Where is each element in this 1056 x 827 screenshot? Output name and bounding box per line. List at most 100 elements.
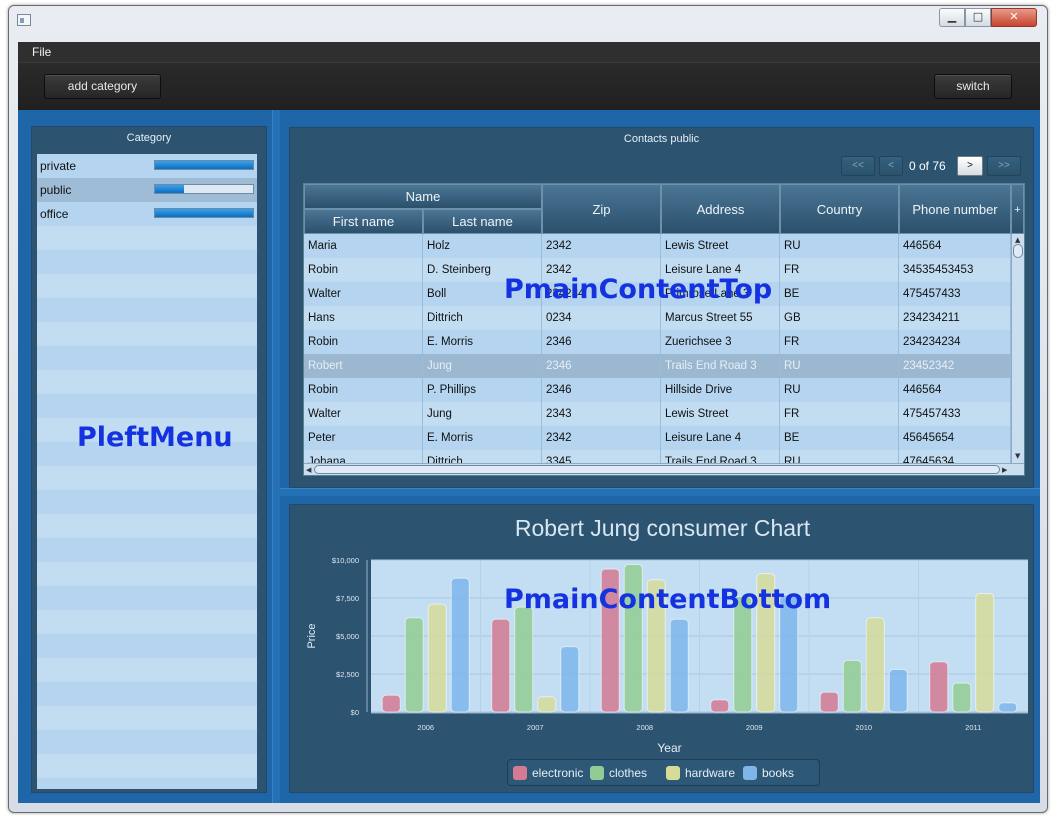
vertical-scroll-thumb[interactable] <box>1013 244 1023 258</box>
progress-fill <box>155 161 253 169</box>
contacts-table: Name First name Last name Zip Address Co… <box>303 183 1025 476</box>
category-label: private <box>40 159 77 173</box>
column-header-phone-number[interactable]: Phone number <box>899 184 1011 234</box>
bar-clothes <box>952 682 972 713</box>
bar-books <box>888 668 908 713</box>
left-menu-panel: Category private public office PleftMenu <box>31 126 267 793</box>
bar-books <box>998 702 1018 713</box>
cell-address: Leisure Lane 4 <box>661 426 780 450</box>
category-item[interactable]: public <box>37 178 257 202</box>
column-header-first-name[interactable]: First name <box>304 209 423 234</box>
cell-address: Marcus Street 55 <box>661 306 780 330</box>
cell-country: BE <box>780 426 899 450</box>
prev-page-button[interactable]: < <box>879 156 903 176</box>
cell-first-name: Robin <box>304 330 423 354</box>
scroll-right-icon[interactable]: ▶ <box>1002 465 1007 475</box>
bar-electronic <box>491 618 511 713</box>
left-menu-overlay-label: PleftMenu <box>77 422 233 453</box>
add-category-button[interactable]: add category <box>44 74 161 99</box>
bar-electronic <box>710 699 730 713</box>
x-axis-label: Year <box>657 741 681 755</box>
cell-country: BE <box>780 282 899 306</box>
table-row[interactable]: Maria Holz 2342 Lewis Street RU 446564 <box>304 234 1011 258</box>
progress-fill <box>155 209 253 217</box>
close-button[interactable]: ✕ <box>991 8 1037 27</box>
cell-address: Lewis Street <box>661 234 780 258</box>
cell-first-name: Hans <box>304 306 423 330</box>
horizontal-splitter[interactable] <box>280 488 1040 496</box>
scroll-left-icon[interactable]: ◀ <box>306 465 311 475</box>
contacts-title: Contacts public <box>623 133 700 145</box>
cell-last-name: E. Morris <box>423 330 542 354</box>
cell-first-name: Maria <box>304 234 423 258</box>
vertical-scrollbar[interactable]: ▲ ▼ <box>1011 234 1024 463</box>
table-row[interactable]: Hans Dittrich 0234 Marcus Street 55 GB 234234… <box>304 306 1011 330</box>
bar-chart: $0 $2,500 $5,000 $7,500 $10,000 2006 2007 2008 2… <box>306 556 1028 755</box>
cell-country: RU <box>780 234 899 258</box>
x-tick-label: 2007 <box>527 723 544 732</box>
legend-swatch <box>666 766 680 780</box>
category-list: private public office <box>37 154 257 789</box>
bottom-content-overlay-label: PmainContentBottom <box>504 584 832 615</box>
y-axis-label: Price <box>306 623 318 648</box>
cell-first-name: Walter <box>304 402 423 426</box>
minimize-button[interactable]: ▁ <box>939 8 965 27</box>
horizontal-scroll-thumb[interactable] <box>314 465 1000 474</box>
column-group-name[interactable]: Name <box>304 184 542 209</box>
category-label: public <box>40 183 72 197</box>
cell-address: Hillside Drive <box>661 378 780 402</box>
y-tick-label: $7,500 <box>336 594 359 603</box>
column-header-country[interactable]: Country <box>780 184 899 234</box>
cell-first-name: Peter <box>304 426 423 450</box>
category-item[interactable]: office <box>37 202 257 226</box>
last-page-button[interactable]: >> <box>987 156 1021 176</box>
legend-swatch <box>590 766 604 780</box>
legend-label: electronic <box>532 766 584 780</box>
first-page-button[interactable]: << <box>841 156 875 176</box>
maximize-button[interactable]: □ <box>965 8 991 27</box>
column-header-zip[interactable]: Zip <box>542 184 661 234</box>
horizontal-scrollbar[interactable]: ◀ ▶ <box>304 463 1024 475</box>
cell-first-name: Robert <box>304 354 423 378</box>
cell-zip: 2346 <box>542 378 661 402</box>
bar-electronic <box>929 661 949 713</box>
next-page-button[interactable]: > <box>957 156 983 176</box>
cell-last-name: P. Phillips <box>423 378 542 402</box>
cell-country: FR <box>780 330 899 354</box>
cell-phone-number: 23452342 <box>899 354 1011 378</box>
cell-phone-number: 234234211 <box>899 306 1011 330</box>
table-row[interactable]: Peter E. Morris 2342 Leisure Lane 4 BE 456456… <box>304 426 1011 450</box>
cell-phone-number: 446564 <box>899 378 1011 402</box>
cell-zip: 2342 <box>542 234 661 258</box>
cell-zip: 2346 <box>542 330 661 354</box>
column-header-address[interactable]: Address <box>661 184 780 234</box>
table-row[interactable]: Robin P. Phillips 2346 Hillside Drive RU 4465… <box>304 378 1011 402</box>
menu-file[interactable]: File <box>32 45 51 59</box>
column-header-last-name[interactable]: Last name <box>423 209 542 234</box>
x-tick-label: 2008 <box>636 723 653 732</box>
switch-button[interactable]: switch <box>934 74 1012 99</box>
cell-country: RU <box>780 450 899 463</box>
cell-phone-number: 45645654 <box>899 426 1011 450</box>
category-item[interactable]: private <box>37 154 257 178</box>
vertical-splitter[interactable] <box>272 110 280 803</box>
bar-clothes <box>404 617 424 713</box>
legend-label: hardware <box>685 766 736 780</box>
cell-address: Trails End Road 3 <box>661 450 780 463</box>
contacts-panel: Contacts public << < 0 of 76 > >> Name F… <box>289 127 1034 488</box>
add-column-button[interactable]: + <box>1011 184 1024 234</box>
scroll-down-icon[interactable]: ▼ <box>1015 451 1020 461</box>
table-row[interactable]: Walter Jung 2343 Lewis Street FR 475457433 <box>304 402 1011 426</box>
bar-books <box>450 577 470 713</box>
cell-first-name: Johana <box>304 450 423 463</box>
bar-electronic <box>381 694 401 713</box>
cell-zip: 3345 <box>542 450 661 463</box>
cell-phone-number: 475457433 <box>899 282 1011 306</box>
cell-last-name: Dittrich <box>423 450 542 463</box>
table-row[interactable]: Robert Jung 2346 Trails End Road 3 RU 2345234… <box>304 354 1011 378</box>
progress-fill <box>155 185 185 193</box>
cell-zip: 0234 <box>542 306 661 330</box>
table-row[interactable]: Johana Dittrich 3345 Trails End Road 3 RU 476… <box>304 450 1011 463</box>
y-tick-label: $5,000 <box>336 632 359 641</box>
table-row[interactable]: Robin E. Morris 2346 Zuerichsee 3 FR 23423423… <box>304 330 1011 354</box>
